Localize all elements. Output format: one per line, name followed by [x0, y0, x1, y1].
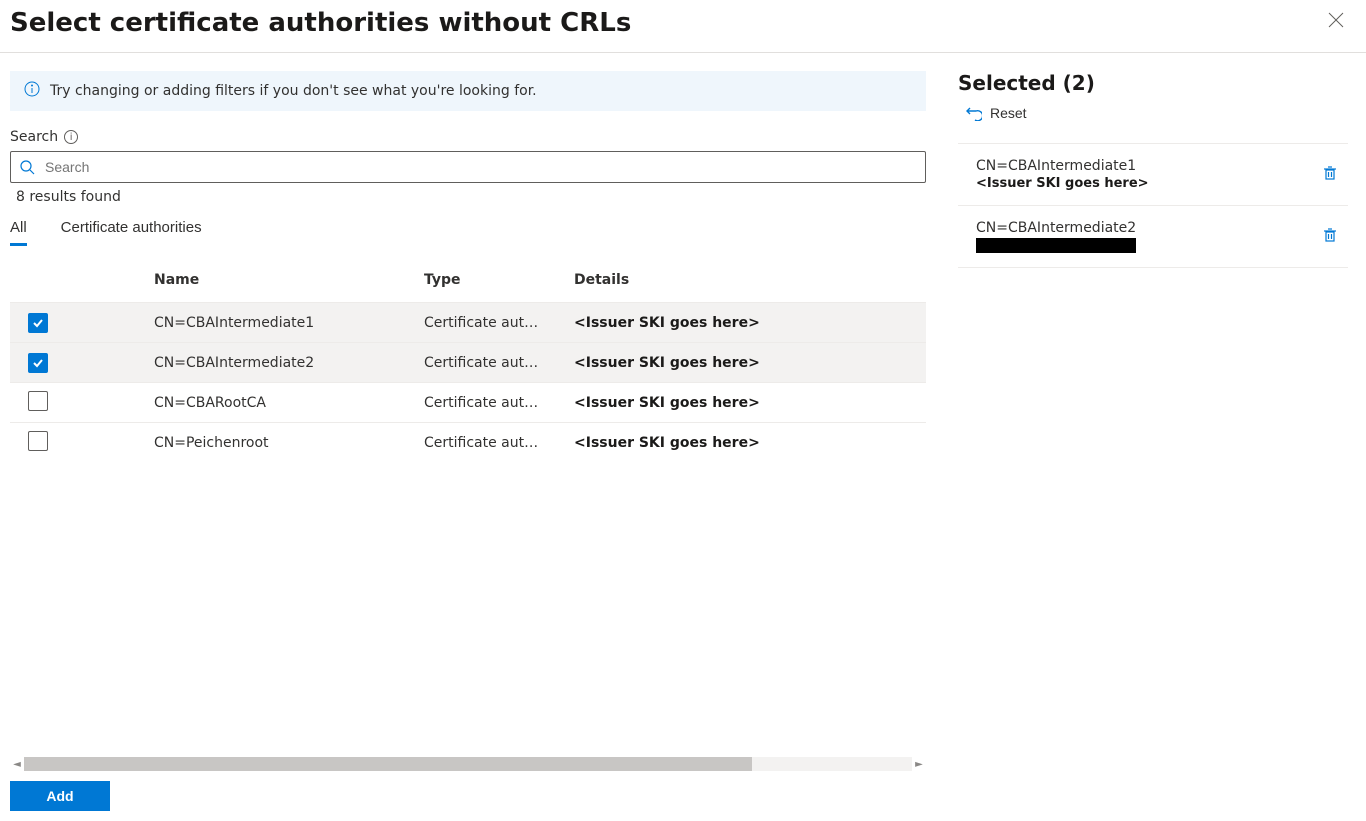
table-row[interactable]: CN=CBAIntermediate1Certificate aut…<Issu…: [10, 302, 926, 342]
info-icon: [24, 81, 40, 101]
tab-certificate-authorities[interactable]: Certificate authorities: [61, 215, 202, 244]
col-type[interactable]: Type: [420, 272, 570, 288]
row-checkbox[interactable]: [28, 353, 48, 373]
cell-type: Certificate aut…: [420, 315, 570, 331]
selected-item: CN=CBAIntermediate1 <Issuer SKI goes here…: [958, 144, 1348, 206]
row-checkbox[interactable]: [28, 391, 48, 411]
cell-name: CN=CBAIntermediate2: [150, 355, 420, 371]
trash-icon: [1322, 227, 1338, 243]
selected-item-name: CN=CBAIntermediate2: [976, 220, 1136, 236]
selected-item: CN=CBAIntermediate2: [958, 206, 1348, 268]
col-details[interactable]: Details: [570, 272, 926, 288]
scrollbar-track[interactable]: [24, 757, 912, 771]
add-button[interactable]: Add: [10, 781, 110, 811]
selected-heading: Selected (2): [958, 71, 1348, 95]
cell-details: <Issuer SKI goes here>: [570, 435, 926, 451]
info-tooltip-icon[interactable]: i: [64, 130, 78, 144]
info-banner: Try changing or adding filters if you do…: [10, 71, 926, 111]
panel-header: Select certificate authorities without C…: [0, 0, 1366, 53]
selected-item-name: CN=CBAIntermediate1: [976, 158, 1149, 174]
search-box[interactable]: [10, 151, 926, 183]
table-row[interactable]: CN=PeichenrootCertificate aut…<Issuer SK…: [10, 422, 926, 462]
cell-name: CN=CBARootCA: [150, 395, 420, 411]
scroll-right-arrow-icon[interactable]: ►: [912, 759, 926, 770]
table-row[interactable]: CN=CBARootCACertificate aut…<Issuer SKI …: [10, 382, 926, 422]
left-column: Try changing or adding filters if you do…: [0, 53, 936, 771]
row-checkbox[interactable]: [28, 313, 48, 333]
scroll-left-arrow-icon[interactable]: ◄: [10, 759, 24, 770]
horizontal-scrollbar[interactable]: ◄ ►: [10, 757, 926, 771]
cell-type: Certificate aut…: [420, 395, 570, 411]
right-column: Selected (2) Reset CN=CBAIntermediate1 <I…: [936, 53, 1366, 771]
trash-icon: [1322, 165, 1338, 181]
table-header-row: Name Type Details: [10, 258, 926, 302]
search-input[interactable]: [43, 158, 917, 176]
cell-details: <Issuer SKI goes here>: [570, 395, 926, 411]
close-icon: [1328, 12, 1344, 28]
panel-title: Select certificate authorities without C…: [10, 8, 631, 38]
cell-name: CN=Peichenroot: [150, 435, 420, 451]
cell-details: <Issuer SKI goes here>: [570, 315, 926, 331]
remove-selected-button[interactable]: [1318, 223, 1342, 250]
checkmark-icon: [32, 317, 44, 329]
row-checkbox[interactable]: [28, 431, 48, 451]
search-label-row: Search i: [10, 129, 926, 145]
undo-icon: [966, 105, 982, 121]
cell-type: Certificate aut…: [420, 435, 570, 451]
results-count: 8 results found: [16, 189, 926, 205]
reset-button[interactable]: Reset: [958, 101, 1027, 125]
info-banner-text: Try changing or adding filters if you do…: [50, 83, 537, 99]
search-icon: [19, 159, 35, 175]
cell-details: <Issuer SKI goes here>: [570, 355, 926, 371]
scrollbar-thumb[interactable]: [24, 757, 752, 771]
col-name[interactable]: Name: [150, 272, 420, 288]
table-row[interactable]: CN=CBAIntermediate2Certificate aut…<Issu…: [10, 342, 926, 382]
search-label: Search: [10, 129, 58, 145]
close-button[interactable]: [1324, 8, 1348, 36]
selected-item-detail: <Issuer SKI goes here>: [976, 176, 1149, 191]
selected-item-detail: [976, 238, 1136, 253]
selected-list: CN=CBAIntermediate1 <Issuer SKI goes here…: [958, 143, 1348, 268]
checkmark-icon: [32, 357, 44, 369]
tab-strip: All Certificate authorities: [10, 215, 926, 244]
panel-footer: Add: [0, 771, 1366, 821]
cell-name: CN=CBAIntermediate1: [150, 315, 420, 331]
tab-all[interactable]: All: [10, 215, 27, 244]
results-table: Name Type Details CN=CBAIntermediate1Cer…: [10, 258, 926, 771]
cell-type: Certificate aut…: [420, 355, 570, 371]
reset-label: Reset: [990, 105, 1027, 121]
remove-selected-button[interactable]: [1318, 161, 1342, 188]
